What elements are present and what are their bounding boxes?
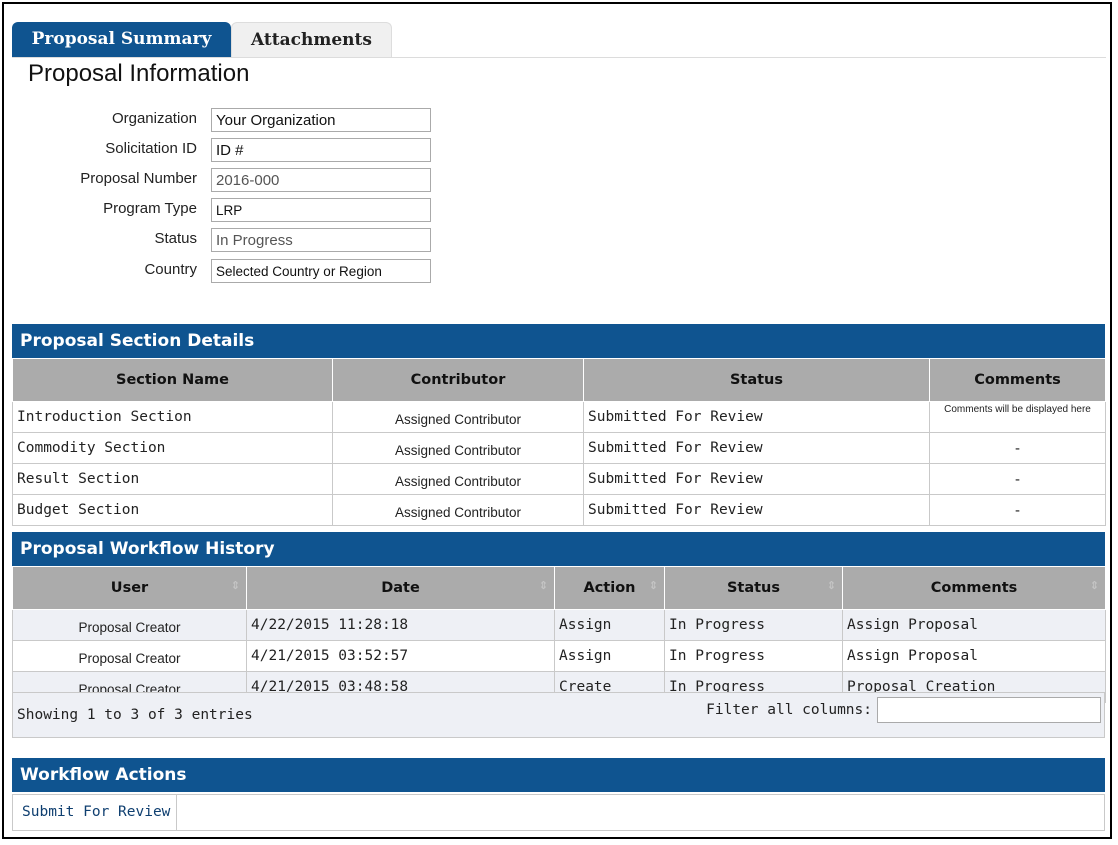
- program-type-field[interactable]: LRP: [211, 198, 431, 222]
- action-cell: Assign: [554, 640, 665, 672]
- contributor-cell: Assigned Contributor: [332, 401, 584, 433]
- filter-label: Filter all columns:: [706, 702, 872, 718]
- tab-bar: Proposal Summary Attachments: [12, 19, 1106, 58]
- field-proposal-number: Proposal Number 2016-000: [24, 168, 444, 192]
- column-header-user[interactable]: User ⇕: [12, 566, 247, 610]
- workflow-history-table: User ⇕ Date ⇕ Action ⇕ Status ⇕ Comments ⇕ Pr…: [12, 566, 1106, 703]
- status-cell: In Progress: [664, 640, 843, 672]
- date-cell: 4/22/2015 11:28:18: [246, 609, 555, 641]
- user-cell: Proposal Creator: [12, 609, 247, 641]
- user-cell: Proposal Creator: [12, 640, 247, 672]
- sort-icon: ⇕: [648, 579, 658, 592]
- workflow-history-header: Proposal Workflow History: [12, 532, 1105, 566]
- comments-cell: Assign Proposal: [842, 609, 1106, 641]
- column-header-comments[interactable]: Comments: [929, 358, 1106, 402]
- comments-cell: Comments will be displayed here: [929, 401, 1106, 433]
- table-row: Proposal Creator 4/22/2015 11:28:18 Assi…: [12, 609, 1106, 641]
- table-footer: Showing 1 to 3 of 3 entries Filter all c…: [12, 692, 1105, 738]
- table-row: Introduction Section Assigned Contributo…: [12, 401, 1106, 433]
- status-field[interactable]: In Progress: [211, 228, 431, 252]
- date-cell: 4/21/2015 03:52:57: [246, 640, 555, 672]
- tab-proposal-summary[interactable]: Proposal Summary: [12, 22, 231, 57]
- table-row: Commodity Section Assigned Contributor S…: [12, 432, 1106, 464]
- sort-icon: ⇕: [230, 579, 240, 592]
- comments-cell: -: [929, 494, 1106, 526]
- sort-icon: ⇕: [538, 579, 548, 592]
- status-cell: Submitted For Review: [583, 494, 930, 526]
- organization-label: Organization: [111, 110, 197, 127]
- submit-for-review-button[interactable]: Submit For Review: [13, 795, 177, 830]
- comments-cell: -: [929, 463, 1106, 495]
- table-row: Proposal Creator 4/21/2015 03:52:57 Assi…: [12, 640, 1106, 672]
- country-field[interactable]: Selected Country or Region: [211, 259, 431, 283]
- section-name-cell[interactable]: Result Section: [12, 463, 333, 495]
- workflow-actions-header: Workflow Actions: [12, 758, 1105, 792]
- sort-icon: ⇕: [1089, 579, 1099, 592]
- field-solicitation-id: Solicitation ID ID #: [24, 138, 444, 162]
- contributor-cell: Assigned Contributor: [332, 432, 584, 464]
- comments-cell: Assign Proposal: [842, 640, 1106, 672]
- status-cell: Submitted For Review: [583, 432, 930, 464]
- page-frame: Proposal Summary Attachments Proposal In…: [2, 2, 1112, 839]
- column-header-action[interactable]: Action ⇕: [554, 566, 665, 610]
- section-details-header: Proposal Section Details: [12, 324, 1105, 358]
- sort-icon: ⇕: [826, 579, 836, 592]
- action-cell: Assign: [554, 609, 665, 641]
- filter-input[interactable]: [877, 697, 1101, 723]
- status-cell: In Progress: [664, 609, 843, 641]
- page-title: Proposal Information: [28, 60, 250, 87]
- column-header-section-name[interactable]: Section Name: [12, 358, 333, 402]
- section-name-cell[interactable]: Budget Section: [12, 494, 333, 526]
- section-name-cell[interactable]: Introduction Section: [12, 401, 333, 433]
- table-row: Budget Section Assigned Contributor Subm…: [12, 494, 1106, 526]
- comments-cell: -: [929, 432, 1106, 464]
- field-status: Status In Progress: [24, 228, 444, 252]
- proposal-number-field[interactable]: 2016-000: [211, 168, 431, 192]
- section-details-table: Section Name Contributor Status Comments…: [12, 358, 1106, 526]
- action-header-label: Action: [583, 580, 636, 596]
- field-country: Country Selected Country or Region: [24, 259, 444, 283]
- status-label: Status: [154, 230, 197, 247]
- status-cell: Submitted For Review: [583, 401, 930, 433]
- column-header-status[interactable]: Status: [583, 358, 930, 402]
- column-header-contributor[interactable]: Contributor: [332, 358, 584, 402]
- contributor-cell: Assigned Contributor: [332, 463, 584, 495]
- country-label: Country: [144, 261, 197, 278]
- contributor-cell: Assigned Contributor: [332, 494, 584, 526]
- program-type-label: Program Type: [103, 200, 197, 217]
- column-header-comments[interactable]: Comments ⇕: [842, 566, 1106, 610]
- status-header-label: Status: [726, 580, 781, 596]
- solicitation-id-field[interactable]: ID #: [211, 138, 431, 162]
- proposal-number-label: Proposal Number: [80, 170, 197, 187]
- status-cell: Submitted For Review: [583, 463, 930, 495]
- section-name-cell[interactable]: Commodity Section: [12, 432, 333, 464]
- field-program-type: Program Type LRP: [24, 198, 444, 222]
- organization-field[interactable]: Your Organization: [211, 108, 431, 132]
- user-header-label: User: [110, 580, 149, 596]
- comments-header-label: Comments: [930, 580, 1018, 596]
- entries-info: Showing 1 to 3 of 3 entries: [17, 707, 253, 723]
- tab-attachments[interactable]: Attachments: [231, 22, 392, 57]
- table-row: Result Section Assigned Contributor Subm…: [12, 463, 1106, 495]
- solicitation-id-label: Solicitation ID: [105, 140, 197, 157]
- date-header-label: Date: [381, 580, 420, 596]
- field-organization: Organization Your Organization: [24, 108, 444, 132]
- workflow-actions-row: Submit For Review: [12, 794, 1105, 831]
- column-header-date[interactable]: Date ⇕: [246, 566, 555, 610]
- column-header-status[interactable]: Status ⇕: [664, 566, 843, 610]
